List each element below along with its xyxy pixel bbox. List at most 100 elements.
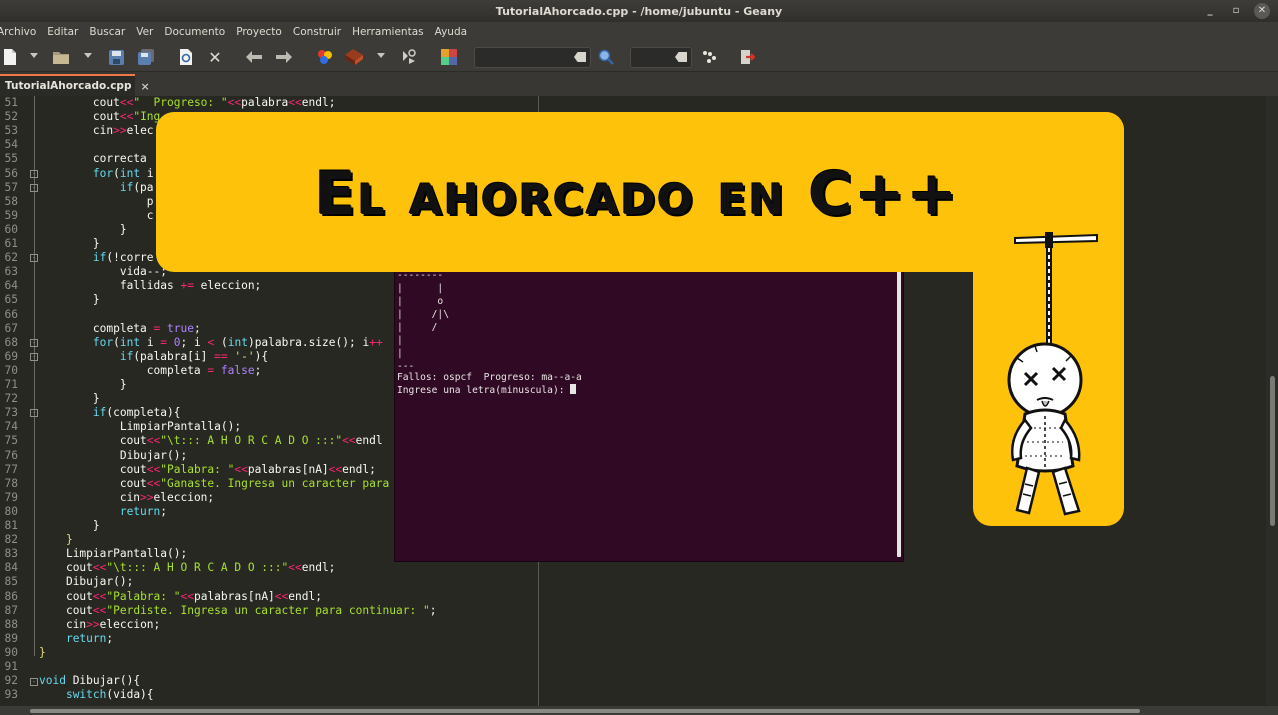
fold-toggle-icon[interactable]: - [30,409,38,417]
search-input[interactable] [474,47,591,68]
code-token: cout [119,434,147,448]
open-recent-dropdown-icon[interactable] [84,53,92,58]
goto-line-input[interactable] [630,47,692,68]
goto-line-icon[interactable] [700,47,720,67]
menu-editar[interactable]: Editar [42,26,84,38]
build-icon[interactable] [344,47,364,67]
menu-buscar[interactable]: Buscar [84,26,131,38]
line-number: 89 [4,631,18,645]
close-file-icon[interactable]: ✕ [205,47,225,67]
editor-vertical-scrollbar[interactable] [1266,96,1278,708]
clear-search-icon[interactable] [574,52,586,62]
minimize-button[interactable]: _ [1202,3,1218,19]
code-token: == [214,349,228,363]
terminal-window[interactable]: -------- | | | o | /|\ | / | | --- Fallo… [394,268,904,562]
code-token: >> [140,490,154,504]
code-line: } [39,519,100,533]
menu-archivo[interactable]: Archivo [0,26,42,38]
code-token: void [39,674,66,688]
save-icon[interactable] [106,47,126,67]
tab-close-icon[interactable]: × [140,80,149,93]
scrollbar-thumb[interactable] [1270,376,1275,526]
new-file-dropdown-icon[interactable] [30,53,38,58]
code-token: correcta [92,152,154,166]
line-number: 61 [4,237,18,250]
menu-ver[interactable]: Ver [131,26,159,38]
build-dropdown-icon[interactable] [377,53,385,58]
line-number: 73 [4,406,18,420]
code-line: if(pa [39,181,154,195]
terminal-scrollbar[interactable] [897,271,901,557]
fold-toggle-icon[interactable]: - [30,184,38,192]
code-token: completa [146,363,208,377]
menu-construir[interactable]: Construir [288,26,347,38]
line-number: 78 [4,476,18,490]
code-token: p [146,194,154,208]
terminal-prompt-line[interactable]: Ingrese una letra(minuscula): [397,384,577,397]
code-line: cout<<"Palabra: "<<palabras[nA]<<endl; [39,463,376,477]
menu-documento[interactable]: Documento [159,26,231,38]
line-number: 82 [4,533,18,547]
code-line: completa = true; [39,322,201,336]
code-line: if(completa){ [39,406,181,420]
line-number: 84 [4,561,18,575]
code-token: << [146,462,161,476]
window-title: TutorialAhorcado.cpp - /home/jubuntu - G… [495,4,783,18]
code-token: >> [86,617,100,631]
compile-icon[interactable] [315,47,335,67]
code-token: << [92,561,107,575]
maximize-button[interactable]: ▫ [1228,3,1244,19]
title-banner: El ahorcado en C++ [156,112,1124,272]
code-token: for [92,335,114,349]
code-token: cout [119,476,147,490]
code-token: (); [167,547,188,561]
tab-tutorialahorcado[interactable]: TutorialAhorcado.cpp × [0,74,150,96]
fold-toggle-icon[interactable]: - [30,254,38,262]
color-chooser-icon[interactable] [439,47,459,67]
run-icon[interactable] [399,47,419,67]
clear-goto-line-icon[interactable] [675,52,687,62]
navigate-back-icon[interactable] [244,47,264,67]
new-file-icon[interactable] [0,47,20,67]
code-token: c [146,208,154,222]
reload-icon[interactable] [176,47,196,67]
save-all-icon[interactable] [136,47,156,67]
menu-ayuda[interactable]: Ayuda [430,26,473,38]
code-token: (); [166,448,188,462]
horizontal-scrollbar-thumb[interactable] [30,709,1140,713]
code-line: cout<<"Perdiste. Ingresa un caracter par… [39,604,437,618]
code-token: Dibujar [65,674,120,688]
open-folder-icon[interactable] [51,47,71,67]
code-token: << [92,589,107,603]
close-window-button[interactable]: ✕ [1254,3,1270,19]
code-line: return; [39,505,167,519]
code-token: if [119,349,134,363]
search-icon[interactable] [596,47,616,67]
quit-icon[interactable] [737,47,757,67]
line-number: 93 [4,688,18,702]
line-number: 59 [4,208,18,222]
fold-toggle-icon[interactable]: - [30,170,38,178]
code-token: (); [220,420,242,434]
fold-toggle-icon[interactable]: - [30,678,38,686]
menu-herramientas[interactable]: Herramientas [347,26,430,38]
menu-proyecto[interactable]: Proyecto [231,26,288,38]
navigate-forward-icon[interactable] [274,47,294,67]
fold-toggle-icon[interactable]: - [30,339,38,347]
code-token: (); [113,575,134,589]
fold-toggle-icon[interactable]: - [30,353,38,361]
